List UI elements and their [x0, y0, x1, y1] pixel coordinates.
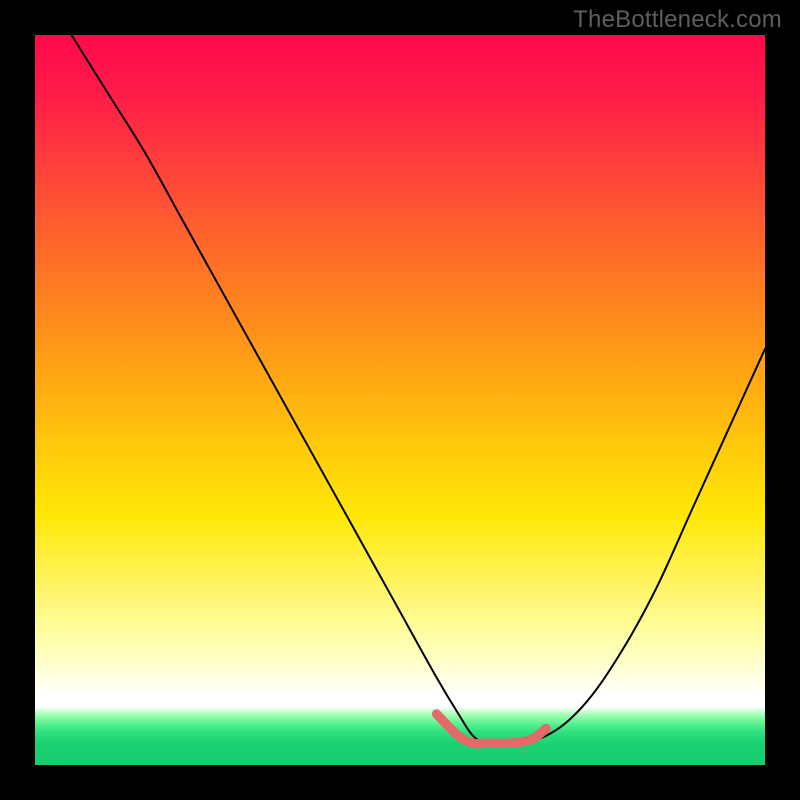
plot-area — [35, 35, 765, 765]
curve-layer — [35, 35, 765, 765]
watermark-text: TheBottleneck.com — [573, 6, 782, 34]
chart-frame: TheBottleneck.com — [0, 0, 800, 800]
optimal-range-highlight — [437, 714, 547, 744]
bottleneck-curve — [72, 35, 766, 744]
